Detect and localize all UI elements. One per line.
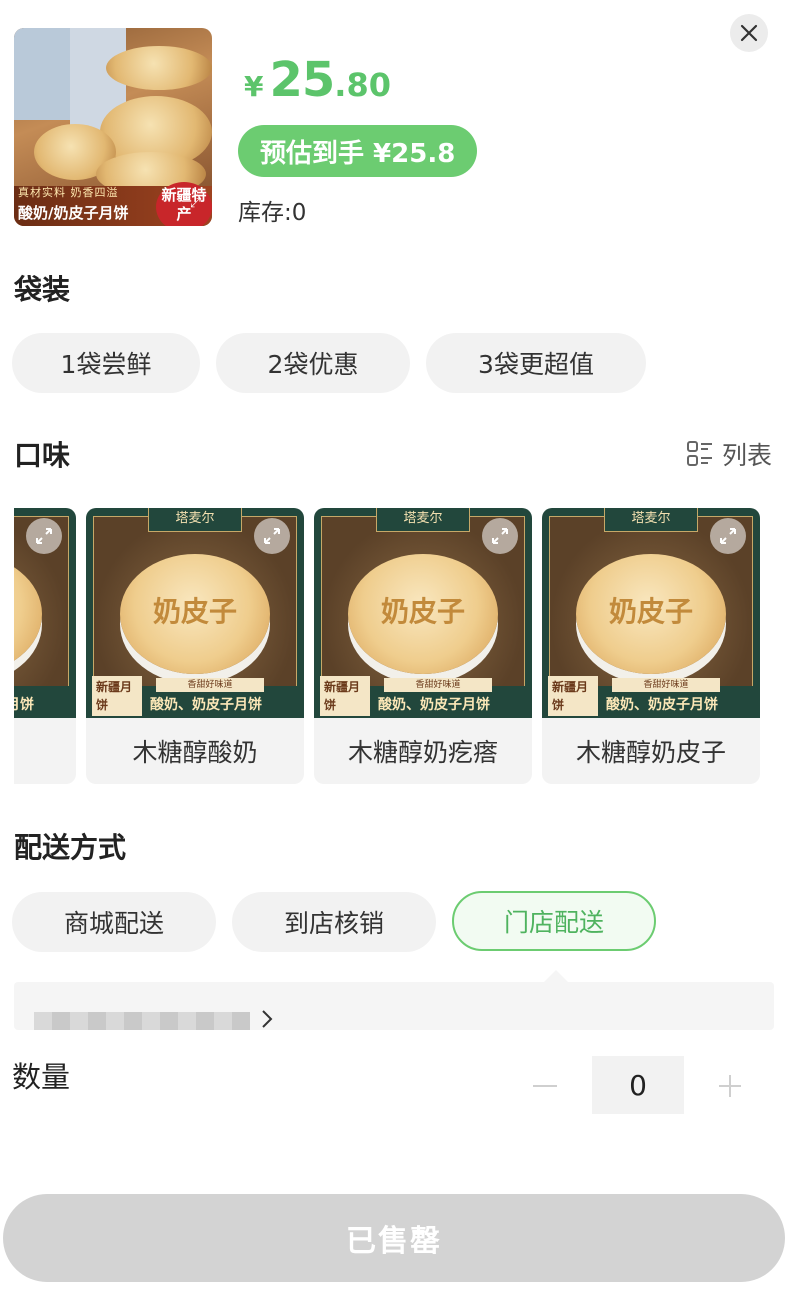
flavor-carousel[interactable]: 酸奶、奶皮子月饼 奶皮子 塔麦尔 新疆月饼 香甜好味道 酸奶、奶皮子月饼 [14, 508, 788, 786]
estimated-price-badge: 预估到手 ¥25.8 [238, 125, 478, 177]
sold-out-button[interactable]: 已售罄 [3, 1194, 785, 1282]
price: ¥ 25 .80 [244, 52, 391, 108]
banner-right-text: 酸奶、奶皮子月饼 [606, 697, 718, 713]
quantity-decrease-button[interactable] [530, 1068, 560, 1104]
zoom-icon[interactable] [254, 518, 290, 554]
flavor-name: 木糖醇奶皮子 [575, 738, 726, 767]
thumbnail-mooncake [106, 46, 212, 90]
delivery-option[interactable]: 到店核销 [232, 892, 436, 952]
flavor-title: 口味 [14, 439, 71, 472]
flavor-name: 木糖醇奶疙瘩 [347, 738, 498, 767]
banner-right-text: 酸奶、奶皮子月饼 [378, 697, 490, 713]
packaging-option[interactable]: 1袋尝鲜 [12, 333, 200, 393]
flavor-card-partial[interactable]: 酸奶、奶皮子月饼 [14, 508, 76, 784]
price-decimal: .80 [334, 66, 391, 104]
packaging-option[interactable]: 2袋优惠 [216, 333, 410, 393]
delivery-option-selected[interactable]: 门店配送 [452, 891, 656, 951]
thumbnail-tagline: 真材实料 奶香四溢 [18, 186, 119, 199]
quantity-label: 数量 [12, 1060, 71, 1094]
chevron-right-icon [262, 1010, 273, 1028]
mooncake-stamp-text: 奶皮子 [380, 595, 465, 628]
thumbnail-badge: 新疆特产 [156, 182, 212, 226]
close-button[interactable] [730, 14, 768, 52]
price-currency: ¥ [244, 70, 264, 103]
list-view-icon [687, 441, 712, 466]
minus-icon [533, 1085, 557, 1087]
expand-icon: ⤢ [190, 196, 201, 211]
product-thumbnail[interactable]: 真材实料 奶香四溢 酸奶/奶皮子月饼 新疆特产 ⤢ [14, 28, 212, 226]
price-integer: 25 [269, 52, 335, 108]
banner-sub-text: 香甜好味道 [384, 678, 492, 692]
packaging-title: 袋装 [14, 273, 71, 306]
flavor-image: 奶皮子 塔麦尔 新疆月饼 香甜好味道 酸奶、奶皮子月饼 [542, 508, 760, 718]
banner-left-text: 新疆月饼 [320, 676, 370, 716]
zoom-icon[interactable] [26, 518, 62, 554]
brand-label: 塔麦尔 [148, 508, 242, 532]
flavor-image: 奶皮子 塔麦尔 新疆月饼 香甜好味道 酸奶、奶皮子月饼 [314, 508, 532, 718]
flavor-name: 木糖醇酸奶 [132, 738, 258, 767]
flavor-card[interactable]: 奶皮子 塔麦尔 新疆月饼 香甜好味道 酸奶、奶皮子月饼 木糖醇酸奶 [86, 508, 304, 784]
address-pointer [544, 970, 568, 982]
thumbnail-title: 酸奶/奶皮子月饼 [18, 204, 129, 222]
banner-sub-text: 香甜好味道 [612, 678, 720, 692]
store-address-selector[interactable] [14, 982, 774, 1030]
close-icon [740, 24, 758, 42]
flavor-card[interactable]: 奶皮子 塔麦尔 新疆月饼 香甜好味道 酸奶、奶皮子月饼 木糖醇奶疙瘩 [314, 508, 532, 784]
plus-icon [719, 1075, 741, 1097]
banner-sub-text: 香甜好味道 [156, 678, 264, 692]
flavor-image: 奶皮子 塔麦尔 新疆月饼 香甜好味道 酸奶、奶皮子月饼 [86, 508, 304, 718]
banner-left-text: 新疆月饼 [548, 676, 598, 716]
mooncake-stamp-text: 奶皮子 [608, 595, 693, 628]
thumbnail-bag-graphic [14, 28, 74, 120]
list-view-label: 列表 [722, 441, 773, 470]
delivery-title: 配送方式 [14, 831, 127, 864]
list-view-toggle[interactable]: 列表 [686, 436, 772, 472]
stock-label: 库存:0 [238, 200, 307, 226]
zoom-icon[interactable] [482, 518, 518, 554]
quantity-increase-button[interactable] [714, 1068, 746, 1104]
blurred-address [34, 1012, 250, 1030]
brand-label: 塔麦尔 [376, 508, 470, 532]
brand-label: 塔麦尔 [604, 508, 698, 532]
flavor-card[interactable]: 奶皮子 塔麦尔 新疆月饼 香甜好味道 酸奶、奶皮子月饼 木糖醇奶皮子 [542, 508, 760, 784]
mooncake-stamp-text: 奶皮子 [152, 595, 237, 628]
sku-selection-panel: 真材实料 奶香四溢 酸奶/奶皮子月饼 新疆特产 ⤢ ¥ 25 .80 预估到手 … [0, 0, 788, 1290]
quantity-input[interactable]: 0 [592, 1056, 684, 1114]
zoom-icon[interactable] [710, 518, 746, 554]
delivery-option[interactable]: 商城配送 [12, 892, 216, 952]
banner-left-text: 新疆月饼 [92, 676, 142, 716]
packaging-option[interactable]: 3袋更超值 [426, 333, 646, 393]
flavor-image: 酸奶、奶皮子月饼 [14, 508, 76, 718]
banner-right-text: 酸奶、奶皮子月饼 [150, 697, 262, 713]
